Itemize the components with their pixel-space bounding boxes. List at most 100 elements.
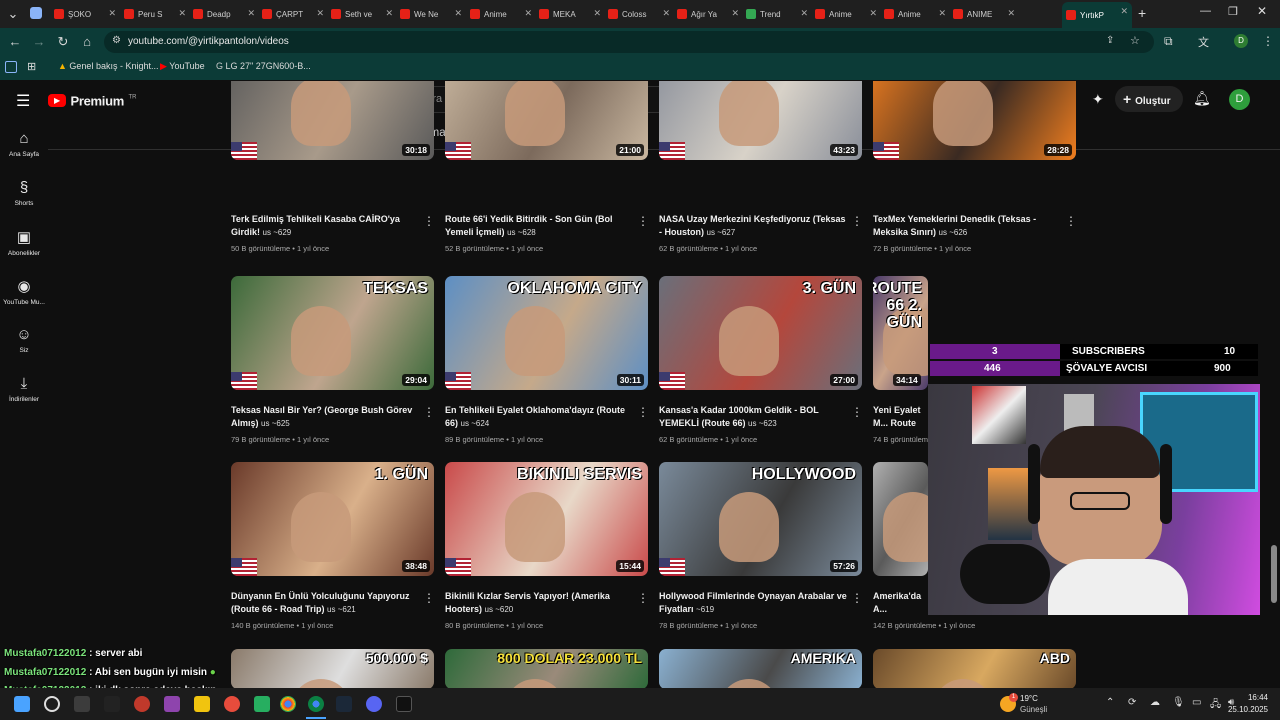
video-menu-icon[interactable]: ⋮ xyxy=(851,405,863,419)
video-menu-icon[interactable]: ⋮ xyxy=(851,591,863,605)
sidebar-item[interactable]: § Shorts xyxy=(0,179,48,207)
video-menu-icon[interactable]: ⋮ xyxy=(637,405,649,419)
video-title[interactable]: NASA Uzay Merkezini Keşfediyoruz (Teksas… xyxy=(659,213,849,239)
tab-close-icon[interactable]: ✕ xyxy=(1120,6,1128,17)
tab-close-icon[interactable]: ✕ xyxy=(800,8,808,19)
video-title[interactable]: Hollywood Filmlerinde Oynayan Arabalar v… xyxy=(659,590,849,616)
app-icon[interactable] xyxy=(164,696,180,712)
video-menu-icon[interactable]: ⋮ xyxy=(423,591,435,605)
browser-tab[interactable]: Peru S ✕ xyxy=(120,4,190,24)
video-thumbnail[interactable]: BIKINILI SERVIS 15:44 xyxy=(445,462,648,576)
bookmark-item[interactable]: ▲ Genel bakış - Knight... xyxy=(58,61,158,71)
tab-close-icon[interactable]: ✕ xyxy=(178,8,186,19)
video-title[interactable]: TexMex Yemeklerini Denedik (Teksas - Mek… xyxy=(873,213,1063,239)
clock-date[interactable]: 25.10.2025 xyxy=(1226,705,1268,714)
apps-icon[interactable]: ⊞ xyxy=(27,60,36,73)
start-menu-icon[interactable] xyxy=(14,696,30,712)
tray-mic-icon[interactable]: 🎙︎ xyxy=(1172,697,1185,708)
youtube-logo[interactable]: ▶ Premium TR xyxy=(48,92,136,110)
install-app-icon[interactable]: ⇪ xyxy=(1106,35,1114,46)
video-thumbnail[interactable]: 30:18 xyxy=(231,81,434,160)
video-title[interactable]: En Tehlikeli Eyalet Oklahoma'dayız (Rout… xyxy=(445,404,635,430)
reload-icon[interactable]: ↻ xyxy=(54,33,72,51)
discord-icon[interactable] xyxy=(366,696,382,712)
video-thumbnail[interactable] xyxy=(873,462,928,576)
video-thumbnail[interactable]: 28:28 xyxy=(873,81,1076,160)
close-window-icon[interactable]: ✕ xyxy=(1257,4,1267,18)
video-title[interactable]: Bikinili Kızlar Servis Yapıyor! (Amerika… xyxy=(445,590,635,616)
video-menu-icon[interactable]: ⋮ xyxy=(423,405,435,419)
chrome-icon[interactable] xyxy=(280,696,296,712)
video-title[interactable]: Kansas'a Kadar 1000km Geldik - BOL YEMEK… xyxy=(659,404,849,430)
tab-close-icon[interactable]: ✕ xyxy=(454,8,462,19)
video-thumbnail[interactable]: 1. GÜN 38:48 xyxy=(231,462,434,576)
address-bar[interactable]: ⚙ youtube.com/@yirtikpantolon/videos ⇪ ☆ xyxy=(104,31,1154,53)
video-title[interactable]: Yeni Eyalet M... Route 66 De... xyxy=(873,404,928,430)
chrome-profile-icon[interactable] xyxy=(308,696,324,712)
scrollbar-thumb[interactable] xyxy=(1271,545,1277,603)
browser-tab[interactable]: Trend ✕ xyxy=(742,4,812,24)
video-menu-icon[interactable]: ⋮ xyxy=(637,214,649,228)
tray-network-icon[interactable]: 🖧︎ xyxy=(1210,697,1221,714)
maximize-icon[interactable]: ❐ xyxy=(1228,5,1238,18)
sidebar-toggle-icon[interactable] xyxy=(5,61,17,73)
extensions-icon[interactable]: ⧉ xyxy=(1164,34,1173,49)
video-menu-icon[interactable]: ⋮ xyxy=(637,591,649,605)
tab-close-icon[interactable]: ✕ xyxy=(731,8,739,19)
video-thumbnail[interactable]: OKLAHOMA CITY 30:11 xyxy=(445,276,648,390)
browser-tab[interactable]: Deadp ✕ xyxy=(189,4,259,24)
tab-close-icon[interactable]: ✕ xyxy=(869,8,877,19)
tab-close-icon[interactable]: ✕ xyxy=(524,8,532,19)
site-info-icon[interactable]: ⚙ xyxy=(112,35,121,46)
file-explorer-icon[interactable] xyxy=(194,696,210,712)
browser-tab[interactable]: We Ne ✕ xyxy=(396,4,466,24)
steam-icon[interactable] xyxy=(336,696,352,712)
tray-cloud-icon[interactable]: ☁ xyxy=(1150,697,1160,708)
tab-close-icon[interactable]: ✕ xyxy=(662,8,670,19)
weather-desc[interactable]: Güneşli xyxy=(1020,705,1047,714)
profile-avatar[interactable]: D xyxy=(1234,34,1248,48)
account-avatar[interactable]: D xyxy=(1229,89,1250,110)
video-thumbnail[interactable]: 21:00 xyxy=(445,81,648,160)
tab-close-icon[interactable]: ✕ xyxy=(593,8,601,19)
search-icon[interactable] xyxy=(44,696,60,712)
video-thumbnail[interactable]: 500.000 $ xyxy=(231,649,434,688)
video-thumbnail[interactable]: TEKSAS 29:04 xyxy=(231,276,434,390)
cast-icon[interactable]: ✦ xyxy=(1092,91,1104,108)
browser-tab[interactable]: MEKA ✕ xyxy=(535,4,605,24)
sidebar-item[interactable]: ☺ Siz xyxy=(0,326,48,354)
create-button[interactable]: + Oluştur xyxy=(1115,86,1183,112)
bookmark-item[interactable]: G LG 27" 27GN600-B... xyxy=(216,61,311,71)
video-menu-icon[interactable]: ⋮ xyxy=(1065,214,1077,228)
back-icon[interactable]: ← xyxy=(6,33,24,51)
tab-close-icon[interactable]: ✕ xyxy=(385,8,393,19)
forward-icon[interactable]: → xyxy=(30,33,48,51)
video-thumbnail[interactable]: HOLLYWOOD 57:26 xyxy=(659,462,862,576)
video-menu-icon[interactable]: ⋮ xyxy=(851,214,863,228)
notifications-bell-icon[interactable]: 🔔︎ xyxy=(1193,90,1211,107)
video-title[interactable]: Teksas Nasıl Bir Yer? (George Bush Görev… xyxy=(231,404,421,430)
tab-search-icon[interactable]: ⌄ xyxy=(4,5,22,23)
sidebar-item[interactable]: ⤓ İndirilenler xyxy=(0,375,48,403)
video-thumbnail[interactable]: 43:23 xyxy=(659,81,862,160)
task-view-icon[interactable] xyxy=(74,696,90,712)
url-text[interactable]: youtube.com/@yirtikpantolon/videos xyxy=(128,36,289,47)
tab-close-icon[interactable]: ✕ xyxy=(1007,8,1015,19)
browser-tab[interactable]: YırtıkP ✕ xyxy=(1062,2,1132,28)
xbox-icon[interactable] xyxy=(254,696,270,712)
video-title[interactable]: Terk Edilmiş Tehlikeli Kasaba CAİRO'ya G… xyxy=(231,213,421,239)
tab-close-icon[interactable]: ✕ xyxy=(938,8,946,19)
tab-close-icon[interactable]: ✕ xyxy=(108,8,116,19)
browser-tab[interactable]: Seth ve ✕ xyxy=(327,4,397,24)
browser-tab[interactable]: ÇARPT ✕ xyxy=(258,4,328,24)
tray-chevron-icon[interactable]: ⌃ xyxy=(1106,697,1114,708)
opera-icon[interactable] xyxy=(134,696,150,712)
tray-sync-icon[interactable]: ⟳ xyxy=(1128,697,1136,708)
menu-icon[interactable]: ⋮ xyxy=(1262,34,1274,48)
sidebar-item[interactable]: ⌂ Ana Sayfa xyxy=(0,130,48,158)
video-title[interactable]: Route 66'i Yedik Bitirdik - Son Gün (Bol… xyxy=(445,213,635,239)
browser-tab[interactable]: Anime ✕ xyxy=(880,4,950,24)
epic-games-icon[interactable] xyxy=(104,696,120,712)
video-thumbnail[interactable]: 800 DOLAR 23.000 TL xyxy=(445,649,648,688)
new-tab-button[interactable]: + xyxy=(1138,5,1146,21)
